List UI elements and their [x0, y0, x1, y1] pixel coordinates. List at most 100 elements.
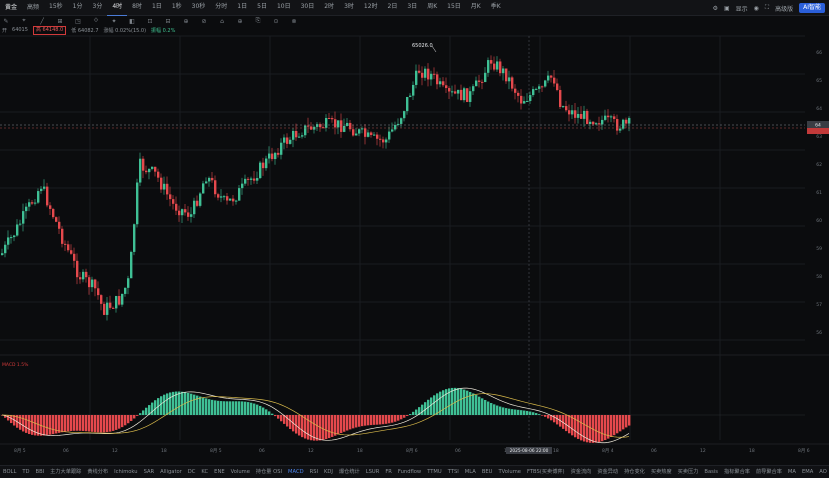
timeframe-1[interactable]: 1分	[68, 0, 88, 16]
drawing-tool-icon[interactable]: ⊕	[236, 18, 244, 25]
timeframe-11[interactable]: 10日	[272, 0, 296, 16]
indicator-ene[interactable]: ENE	[211, 466, 227, 478]
indicator-rsi[interactable]: RSI	[307, 466, 321, 478]
indicator-爆仓统计[interactable]: 爆仓统计	[336, 466, 363, 478]
timeframe-5[interactable]: 1日	[147, 0, 167, 16]
candle-body	[445, 85, 448, 89]
timeframe-13[interactable]: 2时	[319, 0, 339, 16]
timeframe-17[interactable]: 3日	[402, 0, 422, 16]
timeframe-9[interactable]: 1日	[232, 0, 252, 16]
drawing-tool-icon[interactable]: ⊘	[200, 18, 208, 25]
indicator-持仓变化[interactable]: 持仓变化	[621, 466, 648, 478]
drawing-tool-icon[interactable]: ⌂	[218, 18, 226, 25]
high-value-box[interactable]: 高 64148.0	[32, 25, 67, 35]
timeframe-0[interactable]: 15秒	[44, 0, 68, 16]
indicator-volume[interactable]: Volume	[228, 466, 253, 478]
macd-bar-up	[523, 410, 526, 415]
indicator-ttmu[interactable]: TTMU	[424, 466, 445, 478]
mode-dropdown[interactable]: 高频	[22, 0, 44, 16]
drawing-tool-icon[interactable]: ⌖	[20, 17, 28, 25]
indicator-lsur[interactable]: LSUR	[363, 466, 383, 478]
timeframe-19[interactable]: 15日	[442, 0, 466, 16]
candle-body	[475, 80, 478, 87]
indicator-资金流向[interactable]: 资金流向	[568, 466, 595, 478]
timeframe-3[interactable]: 4时	[107, 0, 128, 16]
timeframe-18[interactable]: 周K	[422, 0, 442, 16]
indicator-买卖热度[interactable]: 买卖热度	[648, 466, 675, 478]
timeframe-16[interactable]: 2日	[383, 0, 403, 16]
drawing-tool-icon[interactable]: ◧	[128, 18, 136, 25]
indicator-kdj[interactable]: KDJ	[321, 466, 336, 478]
indicator-前导聚合率[interactable]: 前导聚合率	[753, 466, 785, 478]
layout-icon[interactable]: ▣	[724, 5, 730, 12]
drawing-tool-icon[interactable]: ✦	[110, 18, 118, 25]
fullscreen-icon[interactable]: ⛶	[765, 4, 769, 12]
bear-candle	[553, 70, 556, 87]
display-button[interactable]: 显示	[736, 4, 748, 13]
indicator-ema[interactable]: EMA	[799, 466, 816, 478]
indicator-fr[interactable]: FR	[382, 466, 395, 478]
timeframe-21[interactable]: 季K	[486, 0, 506, 16]
indicator-bbi[interactable]: BBI	[33, 466, 48, 478]
pro-badge[interactable]: AI智能	[799, 3, 825, 13]
indicator-mla[interactable]: MLA	[462, 466, 479, 478]
bear-candle	[550, 74, 553, 83]
drawing-tool-icon[interactable]: ⊞	[56, 18, 64, 25]
chart-canvas[interactable]: 65026.0 66 65 64 63 62 61 60 59 58 57 56 64 MACD 1.5%…	[0, 0, 829, 478]
bear-candle	[58, 216, 61, 234]
drawing-tool-icon[interactable]: ✎	[2, 18, 10, 25]
indicator-指标聚合率[interactable]: 指标聚合率	[721, 466, 753, 478]
drawing-tool-icon[interactable]: ⟐	[92, 17, 100, 25]
indicator-fundflow[interactable]: Fundflow	[395, 466, 424, 478]
indicator-ttsi[interactable]: TTSI	[445, 466, 462, 478]
macd-bar-up	[433, 395, 436, 415]
drawing-tool-icon[interactable]: ◳	[74, 18, 82, 25]
timeframe-14[interactable]: 3时	[339, 0, 359, 16]
drawing-tool-icon[interactable]: ⊟	[164, 18, 172, 25]
timeframe-10[interactable]: 5日	[252, 0, 272, 16]
y-axis-label: 57	[816, 302, 822, 308]
indicator-dc[interactable]: DC	[185, 466, 199, 478]
timeframe-2[interactable]: 3分	[88, 0, 108, 16]
timeframe-8[interactable]: 分时	[210, 0, 232, 16]
timeframe-12[interactable]: 30日	[296, 0, 320, 16]
timeframe-6[interactable]: 1秒	[167, 0, 187, 16]
indicator-tvolume[interactable]: TVolume	[495, 466, 523, 478]
bull-candle	[4, 241, 7, 258]
timeframe-7[interactable]: 30秒	[187, 0, 211, 16]
candle-body	[376, 134, 379, 139]
indicator-kc[interactable]: KC	[198, 466, 211, 478]
symbol-label[interactable]: 黄金	[0, 0, 22, 16]
indicator-basis[interactable]: Basis	[701, 466, 721, 478]
indicator-黄线分布[interactable]: 黄线分布	[84, 466, 111, 478]
indicator-主力大单跟踪[interactable]: 主力大单跟踪	[47, 466, 84, 478]
bull-candle	[361, 126, 364, 134]
indicator-beu[interactable]: BEU	[479, 466, 496, 478]
timeframe-15[interactable]: 12时	[359, 0, 383, 16]
indicator-td[interactable]: TD	[19, 466, 32, 478]
timeframe-20[interactable]: 月K	[466, 0, 486, 16]
indicator-ichimoku[interactable]: Ichimoku	[111, 466, 140, 478]
candle-body	[514, 88, 517, 93]
indicator-ma[interactable]: MA	[785, 466, 799, 478]
indicator-ao[interactable]: AO	[816, 466, 829, 478]
drawing-tool-icon[interactable]: ⊡	[146, 18, 154, 25]
drawing-tool-icon[interactable]: ⊕	[182, 18, 190, 25]
indicator-资金异动[interactable]: 资金异动	[594, 466, 621, 478]
indicator-持仓量 osi[interactable]: 持仓量 OSI	[253, 466, 285, 478]
indicator-ftbs(买卖博弈)[interactable]: FTBS(买卖博弈)	[524, 466, 568, 478]
drawing-tool-icon[interactable]: ⊙	[272, 18, 280, 25]
indicator-alligator[interactable]: Alligator	[157, 466, 185, 478]
indicator-macd[interactable]: MACD	[285, 466, 307, 478]
drawing-tool-icon[interactable]: ╱	[38, 18, 46, 25]
user-label[interactable]: 高级版	[775, 4, 793, 13]
gear-icon[interactable]: ⚙	[713, 5, 718, 12]
camera-icon[interactable]: ◉	[754, 5, 759, 12]
indicator-买卖压力[interactable]: 买卖压力	[675, 466, 702, 478]
timeframe-4[interactable]: 8时	[127, 0, 147, 16]
drawing-tool-icon[interactable]: ⊗	[290, 18, 298, 25]
indicator-boll[interactable]: BOLL	[0, 466, 19, 478]
candle-body	[121, 293, 124, 305]
indicator-sar[interactable]: SAR	[141, 466, 158, 478]
drawing-tool-icon[interactable]: ⎘	[254, 17, 262, 25]
